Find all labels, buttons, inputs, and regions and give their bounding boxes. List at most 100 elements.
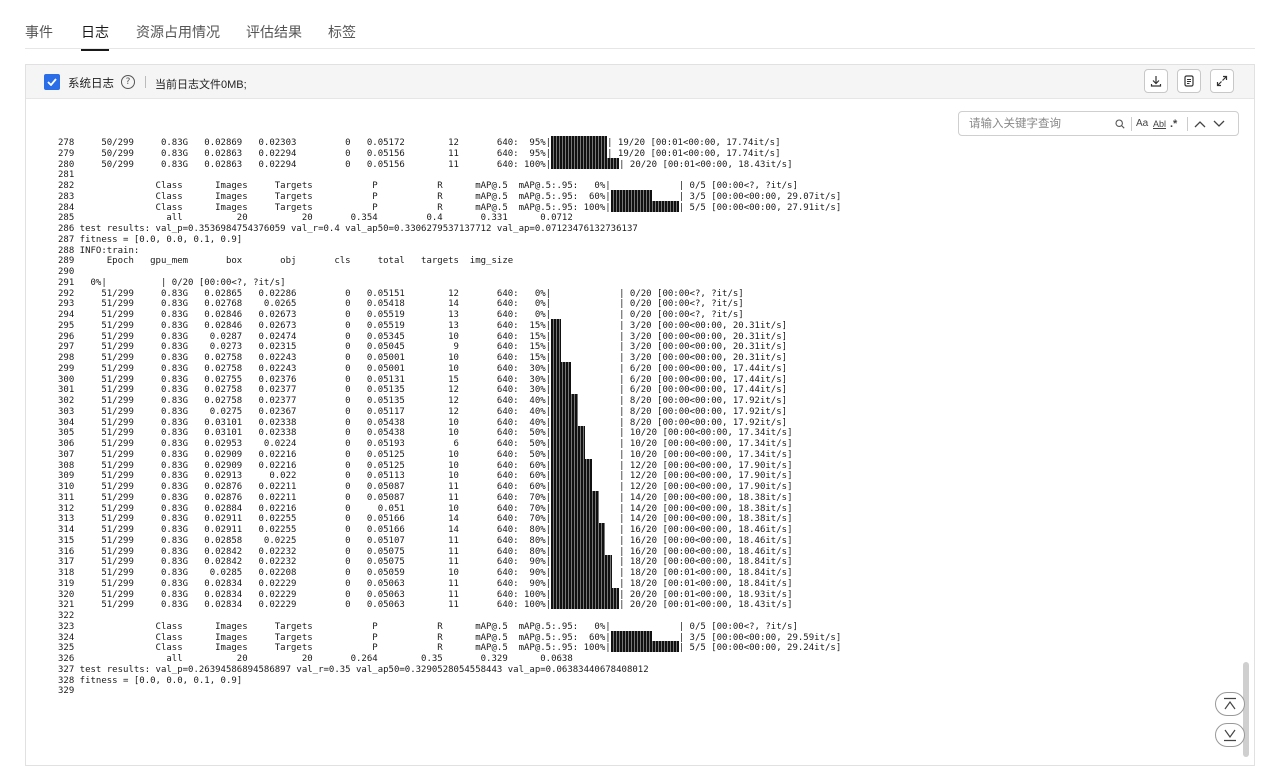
chevron-down-icon[interactable] — [1213, 120, 1225, 128]
progress-bar — [551, 501, 600, 513]
log-line-text: 295 51/299 0.83G 0.02846 0.02673 0 0.055… — [58, 320, 552, 331]
log-line-text: 318 51/299 0.83G 0.0285 0.02208 0 0.0505… — [58, 568, 552, 578]
progress-bar — [551, 480, 593, 491]
log-line: 281 — [58, 170, 841, 181]
progress-bar — [551, 576, 613, 588]
tab-events[interactable]: 事件 — [25, 22, 53, 42]
log-line: 307 51/299 0.83G 0.02909 0.02216 0 0.051… — [58, 447, 841, 461]
progress-bar — [551, 533, 606, 545]
progress-tail: | 6/20 [00:00<00:00, 17.44it/s] — [619, 374, 788, 385]
log-line: 311 51/299 0.83G 0.02876 0.02211 0 0.050… — [58, 490, 841, 504]
match-case-toggle[interactable]: Aa — [1136, 117, 1148, 131]
tab-resource-usage[interactable]: 资源占用情况 — [136, 22, 220, 42]
search-divider-2 — [1187, 117, 1188, 131]
log-line-text: 329 — [58, 686, 75, 697]
scroll-top-icon — [1224, 697, 1236, 710]
progress-bar — [551, 415, 579, 427]
download-button[interactable] — [1144, 69, 1168, 93]
log-line: 278 50/299 0.83G 0.02869 0.02303 0 0.051… — [58, 136, 841, 149]
scroll-to-top-button[interactable] — [1215, 692, 1245, 716]
log-toolbar: 系统日志 ? 当前日志文件0MB; — [26, 65, 1254, 99]
regex-toggle[interactable]: .* — [1170, 117, 1177, 131]
log-line: 320 51/299 0.83G 0.02834 0.02229 0 0.050… — [58, 587, 841, 601]
progress-tail: | 18/20 [00:00<00:00, 18.84it/s] — [619, 557, 793, 568]
progress-tail: | 5/5 [00:00<00:00, 27.91it/s] — [678, 202, 842, 213]
log-line-text: 311 51/299 0.83G 0.02876 0.02211 0 0.050… — [58, 492, 552, 503]
log-line-text: 302 51/299 0.83G 0.02758 0.02377 0 0.051… — [58, 396, 552, 406]
document-button[interactable] — [1177, 69, 1201, 93]
whole-word-toggle[interactable]: Abl — [1153, 117, 1166, 131]
log-line-text: 319 51/299 0.83G 0.02834 0.02229 0 0.050… — [58, 578, 552, 589]
log-line: 313 51/299 0.83G 0.02911 0.02255 0 0.051… — [58, 512, 841, 525]
log-line-text: 306 51/299 0.83G 0.02953 0.0224 0 0.0519… — [58, 439, 552, 449]
fullscreen-button[interactable] — [1210, 69, 1234, 93]
log-line-text: 298 51/299 0.83G 0.02758 0.02243 0 0.050… — [58, 353, 552, 363]
progress-tail: | 20/20 [00:01<00:00, 18.43it/s] — [619, 159, 793, 170]
tab-labels[interactable]: 标签 — [328, 22, 356, 42]
log-line: 293 51/299 0.83G 0.02768 0.0265 0 0.0541… — [58, 299, 841, 310]
log-line-text: 280 50/299 0.83G 0.02863 0.02294 0 0.051… — [58, 159, 552, 170]
search-input[interactable] — [969, 116, 1119, 132]
progress-bar — [610, 641, 679, 653]
log-panel: 系统日志 ? 当前日志文件0MB; Aa Abl .* 278 50/299 0… — [25, 64, 1255, 766]
log-line: 288 INFO:train: — [58, 246, 841, 257]
log-line-text: 325 Class Images Targets P R mAP@.5 mAP@… — [58, 643, 611, 654]
log-line-text: 327 test results: val_p=0.26394586894586… — [58, 664, 649, 675]
log-line: 292 51/299 0.83G 0.02865 0.02286 0 0.051… — [58, 289, 841, 300]
scroll-to-bottom-button[interactable] — [1215, 723, 1245, 747]
log-line: 316 51/299 0.83G 0.02842 0.02232 0 0.050… — [58, 544, 841, 558]
log-line: 287 fitness = [0.0, 0.0, 0.1, 0.9] — [58, 235, 841, 246]
log-line: 297 51/299 0.83G 0.0273 0.02315 0 0.0504… — [58, 340, 841, 353]
tab-bar: 事件 日志 资源占用情况 评估结果 标签 — [25, 0, 1255, 51]
log-line-text: 288 INFO:train: — [58, 245, 140, 256]
search-icon[interactable] — [1115, 119, 1125, 129]
log-line: 312 51/299 0.83G 0.02884 0.02216 0 0.051… — [58, 501, 841, 515]
log-line: 286 test results: val_p=0.35369847543760… — [58, 224, 841, 235]
progress-bar — [551, 329, 562, 341]
progress-tail: | 3/5 [00:00<00:00, 29.07it/s] — [678, 191, 842, 202]
chevron-up-icon[interactable] — [1194, 120, 1206, 128]
progress-bar — [551, 426, 586, 438]
log-line: 318 51/299 0.83G 0.0285 0.02208 0 0.0505… — [58, 566, 841, 579]
progress-tail: | 18/20 [00:01<00:00, 18.84it/s] — [619, 568, 793, 578]
log-line-text: 308 51/299 0.83G 0.02909 0.02216 0 0.051… — [58, 460, 552, 471]
progress-bar — [551, 437, 586, 448]
log-line-text: 303 51/299 0.83G 0.0275 0.02367 0 0.0511… — [58, 406, 552, 417]
progress-tail: | 6/20 [00:00<00:00, 17.44it/s] — [619, 385, 788, 396]
download-icon — [1150, 76, 1162, 87]
log-line-text: 324 Class Images Targets P R mAP@.5 mAP@… — [58, 632, 611, 643]
log-line-text: 321 51/299 0.83G 0.02834 0.02229 0 0.050… — [58, 600, 552, 611]
log-line-text: 285 all 20 20 0.354 0.4 0.331 0.0712 — [58, 213, 573, 224]
progress-bar — [551, 383, 572, 395]
toolbar-divider — [145, 76, 146, 88]
log-line: 298 51/299 0.83G 0.02758 0.02243 0 0.050… — [58, 351, 841, 364]
progress-bar — [551, 351, 562, 362]
log-line: 315 51/299 0.83G 0.02858 0.0225 0 0.0510… — [58, 533, 841, 547]
log-line: 305 51/299 0.83G 0.03101 0.02338 0 0.054… — [58, 426, 841, 439]
log-line: 319 51/299 0.83G 0.02834 0.02229 0 0.050… — [58, 576, 841, 590]
help-icon[interactable]: ? — [121, 75, 135, 89]
progress-tail: | 8/20 [00:00<00:00, 17.92it/s] — [619, 396, 788, 406]
progress-tail: | 16/20 [00:00<00:00, 18.46it/s] — [619, 535, 793, 546]
progress-tail: | 16/20 [00:00<00:00, 18.46it/s] — [619, 546, 793, 557]
progress-tail: | 10/20 [00:00<00:00, 17.34it/s] — [619, 439, 793, 449]
log-line-text: 283 Class Images Targets P R mAP@.5 mAP@… — [58, 191, 611, 202]
progress-tail: | 10/20 [00:00<00:00, 17.34it/s] — [619, 428, 793, 439]
log-line-text: 289 Epoch gpu_mem box obj cls total targ… — [58, 256, 514, 267]
progress-bar — [610, 200, 679, 212]
progress-tail: | 8/20 [00:00<00:00, 17.92it/s] — [619, 406, 788, 417]
progress-tail: | 0/20 [00:00<?, ?it/s] — [619, 299, 744, 310]
progress-bar — [551, 587, 620, 599]
progress-bar — [551, 566, 613, 577]
log-line: 327 test results: val_p=0.26394586894586… — [58, 665, 841, 676]
tab-logs[interactable]: 日志 — [81, 22, 109, 51]
log-scrollbar[interactable] — [1243, 662, 1249, 757]
scroll-bottom-icon — [1224, 729, 1236, 742]
tab-evaluation-results[interactable]: 评估结果 — [246, 22, 302, 42]
system-log-checkbox[interactable] — [44, 74, 60, 90]
log-line-text: 293 51/299 0.83G 0.02768 0.0265 0 0.0541… — [58, 299, 552, 310]
progress-bar — [551, 157, 620, 169]
log-line: 321 51/299 0.83G 0.02834 0.02229 0 0.050… — [58, 598, 841, 611]
system-log-label[interactable]: 系统日志 — [68, 75, 114, 91]
progress-bar — [551, 340, 562, 352]
